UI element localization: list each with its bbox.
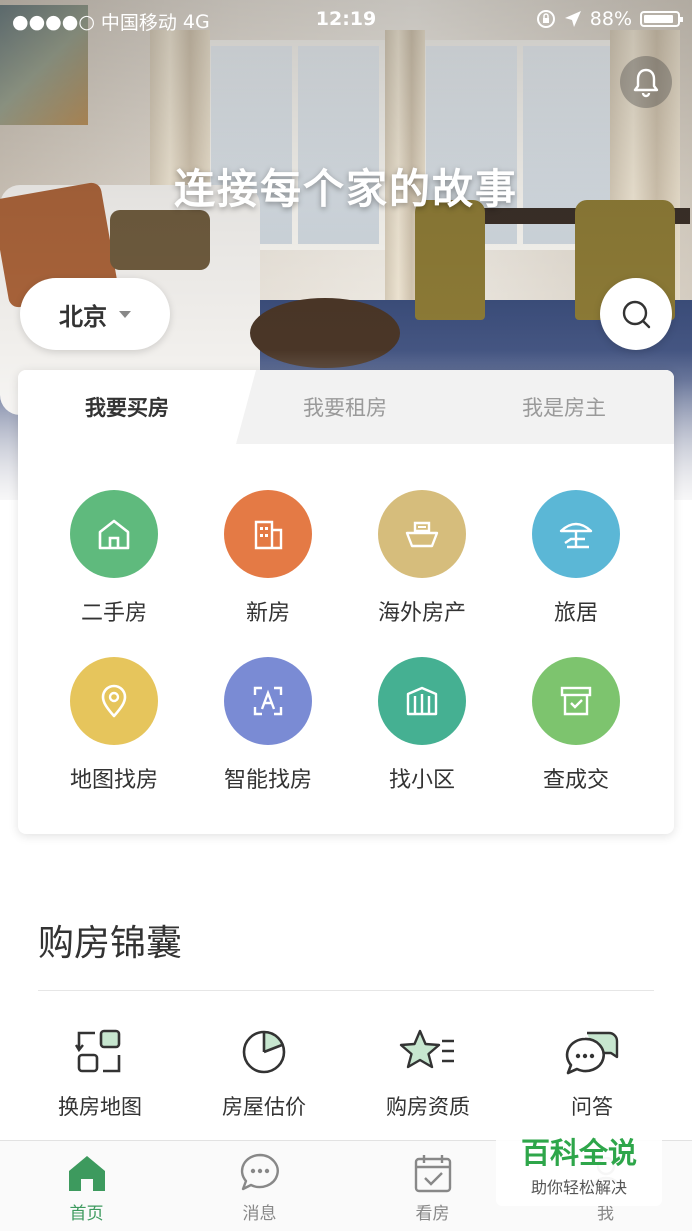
category-label: 海外房产	[377, 601, 466, 626]
category-label: 查成交	[542, 768, 609, 793]
search-icon	[622, 300, 651, 329]
star-list-icon	[399, 1029, 454, 1069]
category-circle	[224, 657, 312, 745]
category-circle	[532, 490, 620, 578]
community-icon	[406, 686, 438, 716]
status-bar: ●●●●○ 中国移动 4G 12:19 88%	[0, 0, 692, 38]
house-icon	[98, 519, 130, 550]
category-grid: 二手房 新房 海外房产 旅居 地图找房 智能找房 找小区 查成交	[18, 444, 674, 834]
category-circle	[378, 490, 466, 578]
tool-qa[interactable]: 问答	[510, 1025, 674, 1121]
bell-icon	[633, 68, 659, 98]
city-selector[interactable]: 北京	[20, 278, 170, 350]
swap-map-icon	[74, 1029, 121, 1073]
watermark-subtitle: 助你轻松解决	[530, 1178, 627, 1197]
message-icon	[240, 1153, 279, 1191]
section-title: 购房锦囊	[38, 923, 183, 964]
calendar-check-icon	[414, 1155, 451, 1193]
card-tabs: 我要买房 我要租房 我是房主	[18, 370, 674, 444]
tool-label: 购房资质	[386, 1095, 470, 1119]
category-circle	[224, 490, 312, 578]
tool-label: 房屋估价	[222, 1095, 306, 1119]
nav-label: 消息	[242, 1204, 277, 1224]
chat-bubbles-icon	[565, 1031, 619, 1075]
caret-down-icon	[119, 310, 131, 318]
pie-chart-icon	[242, 1030, 286, 1074]
tool-qualification[interactable]: 购房资质	[346, 1025, 510, 1121]
divider	[38, 990, 654, 991]
watermark-title: 百科全说	[520, 1136, 637, 1170]
map-pin-icon	[101, 684, 127, 718]
category-label: 旅居	[553, 601, 598, 626]
category-smart-search[interactable]: 智能找房	[186, 657, 350, 794]
home-icon	[68, 1156, 105, 1191]
search-button[interactable]	[600, 278, 672, 350]
category-circle	[378, 657, 466, 745]
category-overseas[interactable]: 海外房产	[340, 490, 504, 627]
nav-home[interactable]: 首页	[0, 1151, 173, 1224]
nav-viewing[interactable]: 看房	[346, 1151, 519, 1224]
building-icon	[254, 520, 283, 550]
battery-percent: 88%	[589, 8, 632, 30]
tool-swap-map[interactable]: 换房地图	[18, 1025, 182, 1121]
nav-label: 看房	[415, 1204, 450, 1224]
location-arrow-icon	[564, 11, 581, 27]
tab-buy[interactable]: 我要买房	[18, 370, 256, 444]
category-map-search[interactable]: 地图找房	[32, 657, 196, 794]
nav-messages[interactable]: 消息	[173, 1151, 346, 1224]
notification-button[interactable]	[620, 56, 672, 108]
category-circle	[70, 657, 158, 745]
category-label: 智能找房	[223, 768, 312, 793]
category-label: 找小区	[388, 768, 455, 793]
tool-label: 问答	[571, 1095, 613, 1119]
category-label: 二手房	[80, 601, 147, 626]
category-second-hand[interactable]: 二手房	[32, 490, 196, 627]
beach-umbrella-icon	[559, 522, 593, 549]
category-label: 地图找房	[69, 768, 158, 793]
battery-icon	[640, 11, 683, 27]
category-deals[interactable]: 查成交	[494, 657, 658, 794]
category-travel-living[interactable]: 旅居	[494, 490, 658, 627]
tool-label: 换房地图	[58, 1095, 142, 1119]
tab-owner[interactable]: 我是房主	[454, 370, 674, 444]
category-circle	[70, 490, 158, 578]
category-community[interactable]: 找小区	[340, 657, 504, 794]
category-label: 新房	[245, 601, 290, 626]
rotation-lock-icon	[536, 10, 555, 28]
category-new-house[interactable]: 新房	[186, 490, 350, 627]
hero-slogan: 连接每个家的故事	[174, 165, 518, 213]
category-circle	[532, 657, 620, 745]
deal-box-icon	[560, 686, 592, 716]
ship-icon	[405, 521, 439, 548]
tab-rent[interactable]: 我要租房	[236, 370, 454, 444]
watermark-logo: 百科全说 助你轻松解决	[496, 1122, 662, 1206]
buy-rent-card: 我要买房 我要租房 我是房主 二手房 新房 海外房产 旅居 地图找房 智能找房 …	[18, 370, 674, 834]
city-label: 北京	[59, 302, 107, 331]
nav-label: 首页	[69, 1204, 104, 1224]
smart-search-icon	[253, 686, 283, 716]
tool-valuation[interactable]: 房屋估价	[182, 1025, 346, 1121]
